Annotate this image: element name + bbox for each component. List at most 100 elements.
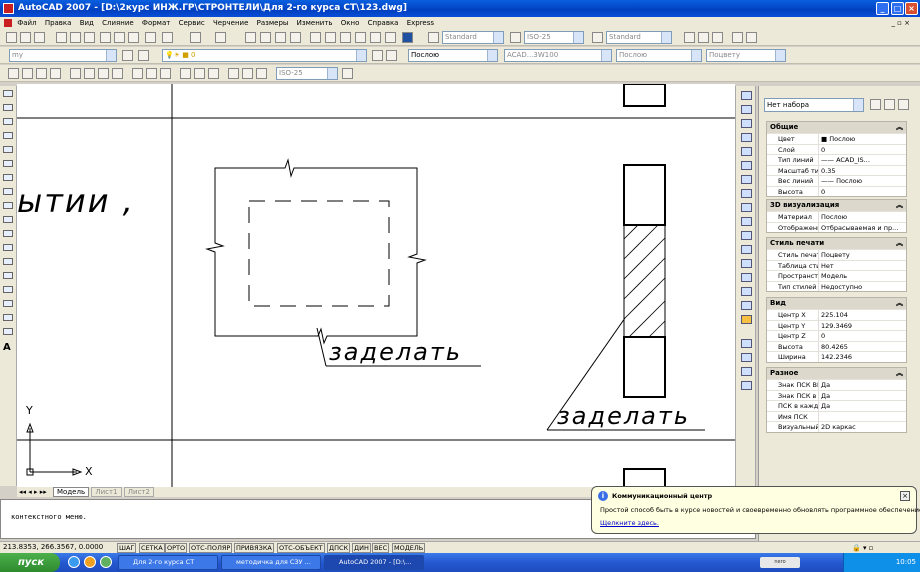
help-icon[interactable] (402, 32, 413, 43)
property-row[interactable]: Центр Z0 (767, 330, 906, 341)
zoom-window-icon[interactable] (275, 32, 286, 43)
layer-select[interactable]: 💡☀ ■ 0 (162, 49, 367, 62)
property-row[interactable]: Высота 80.4265 (767, 340, 906, 351)
collapse-icon[interactable]: ︽ (896, 368, 903, 379)
collapse-icon[interactable]: ︽ (896, 298, 903, 309)
dim-style-select-2[interactable]: ISO-25 (276, 67, 338, 80)
polygon-icon[interactable] (3, 132, 13, 139)
workspace-settings-icon[interactable] (122, 50, 133, 61)
linear-dimension-icon[interactable] (8, 68, 19, 79)
grid-toggle[interactable]: СЕТКА (139, 543, 165, 553)
property-row[interactable]: Стиль печатиПоцвету (767, 249, 906, 260)
property-row[interactable]: Слой 0 (767, 143, 906, 154)
table-style-select[interactable]: Standard (606, 31, 672, 44)
cut-icon[interactable] (100, 32, 111, 43)
publish-icon[interactable] (84, 32, 95, 43)
trim-icon[interactable] (741, 217, 752, 226)
rectangle-icon[interactable] (3, 146, 13, 153)
menu-merge[interactable]: Слияние (102, 19, 134, 27)
chevron-down-icon[interactable] (493, 32, 503, 43)
erase-icon[interactable] (741, 91, 752, 100)
property-row[interactable]: Тип стилей п...Недоступно (767, 280, 906, 291)
chevron-down-icon[interactable] (601, 50, 611, 61)
match-properties-icon[interactable] (145, 32, 156, 43)
rotate-icon[interactable] (741, 175, 752, 184)
tolerance-icon[interactable] (194, 68, 205, 79)
point-icon[interactable] (3, 272, 13, 279)
arc-length-icon[interactable] (36, 68, 47, 79)
workspace-icon[interactable] (684, 32, 695, 43)
zoom-realtime-icon[interactable] (260, 32, 271, 43)
property-row[interactable]: Тип линий —— ACAD_IS... (767, 154, 906, 165)
center-mark-icon[interactable] (208, 68, 219, 79)
dimension-edit-icon[interactable] (228, 68, 239, 79)
autocad-app-icon[interactable] (3, 3, 14, 14)
ucs-icon[interactable] (732, 32, 743, 43)
property-row[interactable]: Цвет ■ Послою (767, 133, 906, 144)
property-row[interactable]: Материал Послою (767, 211, 906, 222)
property-row[interactable]: Пространств...Модель (767, 270, 906, 281)
new-icon[interactable] (6, 32, 17, 43)
chevron-down-icon[interactable] (356, 50, 366, 61)
property-row[interactable]: Ширина 142.2346 (767, 351, 906, 362)
ortho-toggle[interactable]: ОРТО (165, 543, 188, 553)
menu-view[interactable]: Вид (80, 19, 94, 27)
media-icon[interactable] (84, 556, 96, 568)
property-row[interactable]: Знак ПСК в н...Да (767, 389, 906, 400)
ellipse-icon[interactable] (3, 216, 13, 223)
tab-layout1[interactable]: Лист1 (91, 487, 122, 497)
view-icon[interactable] (746, 32, 757, 43)
stretch-icon[interactable] (741, 203, 752, 212)
section-header[interactable]: Разное ︽ (767, 368, 906, 379)
join-icon[interactable] (741, 273, 752, 282)
menu-tools[interactable]: Сервис (179, 19, 205, 27)
fillet-icon[interactable] (741, 301, 752, 310)
chevron-down-icon[interactable] (573, 32, 583, 43)
scale-icon[interactable] (741, 189, 752, 198)
section-header[interactable]: 3D визуализация ︽ (767, 200, 906, 211)
collapse-icon[interactable]: ︽ (896, 200, 903, 211)
mirror-icon[interactable] (741, 119, 752, 128)
arc-icon[interactable] (3, 160, 13, 167)
chevron-down-icon[interactable] (775, 50, 785, 61)
dimension-text-edit-icon[interactable] (242, 68, 253, 79)
document-icon[interactable] (4, 19, 12, 27)
menu-help[interactable]: Справка (368, 19, 399, 27)
property-row[interactable]: Центр Y 129.3469 (767, 319, 906, 330)
construction-line-icon[interactable] (3, 104, 13, 111)
clock[interactable]: 10:05 (896, 558, 916, 566)
osnap-toggle[interactable]: ПРИВЯЗКА (234, 543, 274, 553)
copy-icon[interactable] (114, 32, 125, 43)
quick-leader-icon[interactable] (180, 68, 191, 79)
preview-icon[interactable] (70, 32, 81, 43)
start-button[interactable]: пуск (0, 553, 60, 572)
balloon-close-button[interactable]: × (900, 491, 910, 501)
dimension-update-icon[interactable] (256, 68, 267, 79)
property-row[interactable]: Вес линий —— Послою (767, 175, 906, 186)
menu-express[interactable]: Express (407, 19, 434, 27)
hatch-icon[interactable] (3, 286, 13, 293)
lineweight-select[interactable]: Послою (616, 49, 702, 62)
layer-states-icon[interactable] (698, 32, 709, 43)
aligned-dimension-icon[interactable] (22, 68, 33, 79)
property-row[interactable]: Центр X 225.104 (767, 309, 906, 320)
baseline-icon[interactable] (146, 68, 157, 79)
explode-icon[interactable] (741, 315, 752, 324)
maximize-button[interactable]: □ (891, 2, 904, 15)
chevron-down-icon[interactable] (661, 32, 671, 43)
property-row[interactable]: Высота 0 (767, 185, 906, 196)
color-select[interactable]: Послою (408, 49, 498, 62)
circle-icon[interactable] (3, 174, 13, 181)
collapse-icon[interactable]: ︽ (896, 238, 903, 249)
otrack-toggle[interactable]: ОТС-ОБЪЕКТ (277, 543, 325, 553)
paste-icon[interactable] (128, 32, 139, 43)
line-icon[interactable] (3, 90, 13, 97)
bring-to-front-icon[interactable] (741, 353, 752, 362)
multiline-text-icon[interactable]: A (3, 342, 11, 353)
ellipse-arc-icon[interactable] (3, 230, 13, 237)
section-header[interactable]: Общие ︽ (767, 122, 906, 133)
jogged-icon[interactable] (84, 68, 95, 79)
tab-model[interactable]: Модель (53, 487, 90, 497)
properties-icon[interactable] (310, 32, 321, 43)
chevron-down-icon[interactable] (691, 50, 701, 61)
